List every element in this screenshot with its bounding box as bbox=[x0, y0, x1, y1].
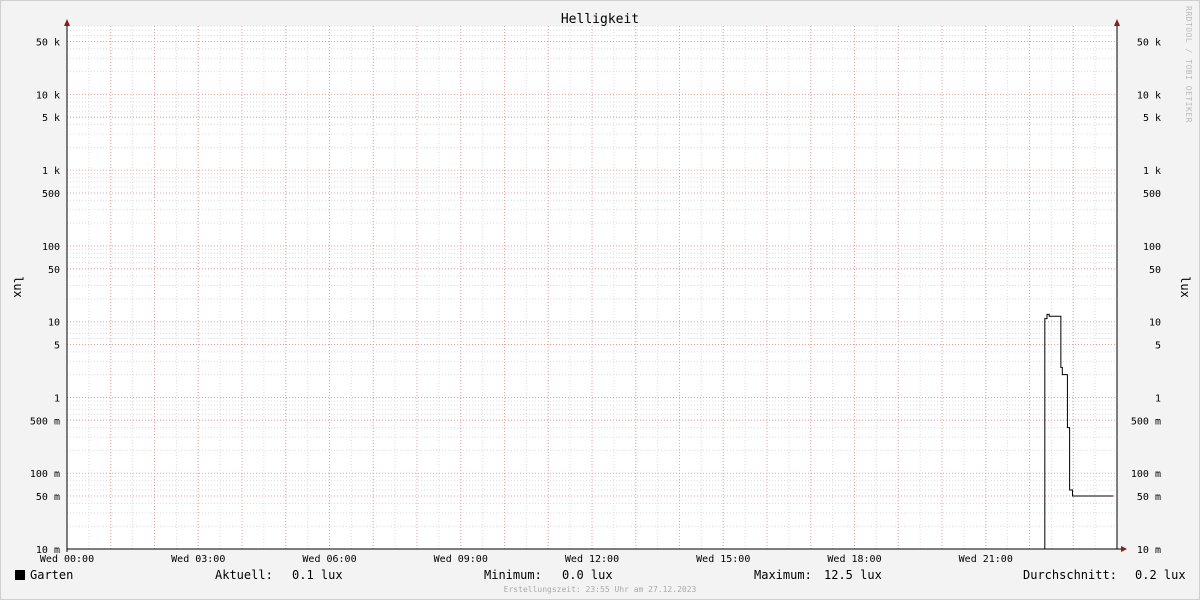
y-axis-label-right: lux bbox=[1178, 276, 1192, 298]
x-tick-label: Wed 15:00 bbox=[696, 554, 750, 565]
y-tick-label-right: 10 k bbox=[1137, 90, 1161, 101]
y-tick-label-left: 50 bbox=[48, 265, 60, 276]
y-tick-label-right: 5 bbox=[1155, 341, 1161, 352]
legend-avg-value: 0.2 lux bbox=[1135, 568, 1186, 582]
brightness-chart: 50 k 50 k 10 k 10 k 5 k 5 k 1 k 1 k 500 500 100 100… bbox=[11, 12, 1192, 565]
y-tick-label-right: 50 bbox=[1149, 265, 1161, 276]
y-tick-label-right: 100 bbox=[1143, 242, 1161, 253]
y-tick-label-left: 10 bbox=[48, 318, 60, 329]
watermark: RRDTOOL / TOBI OETIKER bbox=[1184, 6, 1193, 123]
x-tick-label: Wed 09:00 bbox=[434, 554, 488, 565]
y-tick-label-right: 5 k bbox=[1143, 113, 1161, 124]
y-tick-label-left: 50 k bbox=[36, 37, 60, 48]
x-tick-label: Wed 00:00 bbox=[40, 554, 94, 565]
chart-title: Helligkeit bbox=[561, 12, 639, 27]
legend-min-label: Minimum: bbox=[484, 568, 542, 582]
y-tick-label-left: 50 m bbox=[36, 492, 60, 503]
legend-max-value: 12.5 lux bbox=[824, 568, 882, 582]
x-tick-label: Wed 21:00 bbox=[959, 554, 1013, 565]
y-tick-label-right: 1 k bbox=[1143, 166, 1161, 177]
y-axis-label-left: lux bbox=[11, 276, 25, 298]
legend-current-label: Aktuell: bbox=[215, 568, 273, 582]
y-tick-label-left: 5 k bbox=[42, 113, 60, 124]
legend-swatch bbox=[15, 570, 25, 580]
x-tick-label: Wed 12:00 bbox=[565, 554, 619, 565]
y-tick-label-left: 10 k bbox=[36, 90, 60, 101]
y-tick-label-left: 1 bbox=[54, 393, 60, 404]
y-tick-label-left: 500 m bbox=[30, 416, 60, 427]
y-axis-left-arrow bbox=[64, 19, 70, 26]
legend-current-value: 0.1 lux bbox=[292, 568, 343, 582]
y-tick-label-left: 1 k bbox=[42, 166, 60, 177]
x-tick-label: Wed 03:00 bbox=[171, 554, 225, 565]
x-tick-label: Wed 06:00 bbox=[302, 554, 356, 565]
x-tick-labels: Wed 00:00 Wed 03:00 Wed 06:00 Wed 09:00 Wed … bbox=[40, 554, 1013, 565]
y-axis-right-arrow bbox=[1114, 19, 1120, 26]
y-tick-label-left: 100 bbox=[42, 242, 60, 253]
y-tick-label-left: 5 bbox=[54, 341, 60, 352]
y-tick-label-right: 1 bbox=[1155, 393, 1161, 404]
legend-series-name: Garten bbox=[30, 568, 74, 582]
y-tick-label-right: 10 bbox=[1149, 318, 1161, 329]
x-tick-label: Wed 18:00 bbox=[827, 554, 881, 565]
y-tick-label-right: 500 bbox=[1143, 189, 1161, 200]
y-tick-label-right: 10 m bbox=[1137, 545, 1161, 556]
legend-max-label: Maximum: bbox=[754, 568, 812, 582]
y-tick-label-right: 50 k bbox=[1137, 37, 1161, 48]
y-tick-label-right: 100 m bbox=[1131, 469, 1161, 480]
y-tick-label-right: 500 m bbox=[1131, 416, 1161, 427]
legend-avg-label: Durchschnitt: bbox=[1023, 568, 1117, 582]
legend-min-value: 0.0 lux bbox=[562, 568, 613, 582]
footer-created: Erstellungszeit: 23:55 Uhr am 27.12.2023 bbox=[503, 585, 697, 594]
y-tick-label-left: 100 m bbox=[30, 469, 60, 480]
y-tick-label-left: 500 bbox=[42, 189, 60, 200]
x-axis-arrow bbox=[1121, 546, 1127, 552]
y-tick-label-right: 50 m bbox=[1137, 492, 1161, 503]
